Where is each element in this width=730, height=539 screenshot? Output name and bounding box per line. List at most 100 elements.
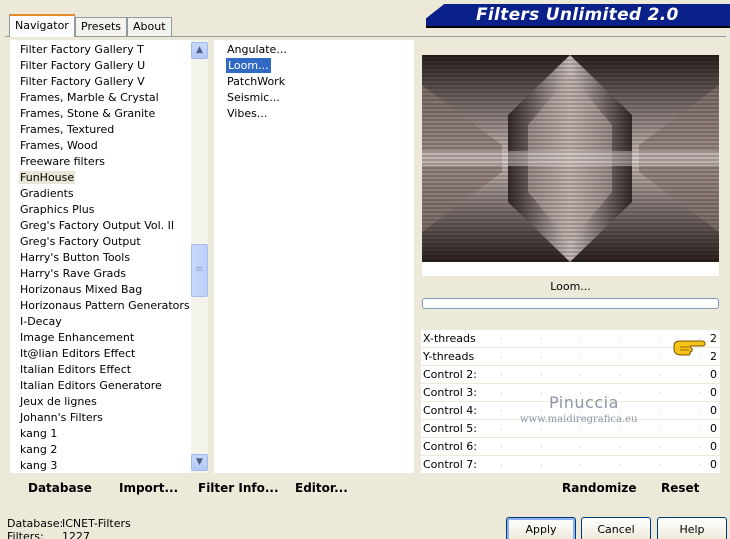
apply-button[interactable]: Apply xyxy=(506,517,576,539)
control-slider[interactable]: Control 2: 0 xyxy=(421,366,720,384)
editor-button[interactable]: Editor... xyxy=(295,481,348,495)
filter-item[interactable]: Loom... xyxy=(214,58,414,74)
category-item[interactable]: kang 3 xyxy=(10,458,208,473)
app-title: Filters Unlimited 2.0 xyxy=(476,5,679,25)
category-item[interactable]: Graphics Plus xyxy=(10,202,208,218)
tab-presets[interactable]: Presets xyxy=(75,17,128,36)
category-item-label: kang 2 xyxy=(20,443,58,456)
category-item[interactable]: Filter Factory Gallery U xyxy=(10,58,208,74)
category-item-label: Filter Factory Gallery T xyxy=(20,43,144,56)
category-item[interactable]: Johann's Filters xyxy=(10,410,208,426)
category-item-label: Italian Editors Effect xyxy=(20,363,132,376)
category-item[interactable]: Gradients xyxy=(10,186,208,202)
scroll-up-icon[interactable]: ▲ xyxy=(191,42,208,59)
control-slider[interactable]: Control 7: 0 xyxy=(421,456,720,474)
category-item[interactable]: Italian Editors Effect xyxy=(10,362,208,378)
tab-navigator[interactable]: Navigator xyxy=(9,14,75,37)
status-filters: Filters: 1227 xyxy=(7,530,90,539)
category-item-label: Frames, Wood xyxy=(20,139,98,152)
control-label: Control 7: xyxy=(423,458,477,471)
category-item[interactable]: kang 2 xyxy=(10,442,208,458)
scroll-thumb[interactable]: ≡ xyxy=(191,244,208,297)
control-value: 0 xyxy=(710,458,717,471)
category-item-label: Jeux de lignes xyxy=(20,395,97,408)
control-value: 0 xyxy=(710,422,717,435)
category-item[interactable]: Harry's Rave Grads xyxy=(10,266,208,282)
category-item[interactable]: Frames, Marble & Crystal xyxy=(10,90,208,106)
category-item-label: kang 1 xyxy=(20,427,58,440)
import-button[interactable]: Import... xyxy=(119,481,178,495)
category-item-label: I-Decay xyxy=(20,315,62,328)
category-item[interactable]: It@lian Editors Effect xyxy=(10,346,208,362)
category-item[interactable]: Horizonaus Mixed Bag xyxy=(10,282,208,298)
filter-item-label: Loom... xyxy=(226,58,271,73)
category-item[interactable]: Filter Factory Gallery T xyxy=(10,42,208,58)
category-item-label: Frames, Stone & Granite xyxy=(20,107,156,120)
category-item-label: Filter Factory Gallery U xyxy=(20,59,146,72)
category-item[interactable]: Horizonaus Pattern Generators xyxy=(10,298,208,314)
category-list: Filter Factory Gallery T Filter Factory G… xyxy=(10,40,208,473)
category-item-label: Italian Editors Generatore xyxy=(20,379,162,392)
category-item[interactable]: Filter Factory Gallery V xyxy=(10,74,208,90)
category-item-label: Image Enhancement xyxy=(20,331,135,344)
scroll-down-icon[interactable]: ▼ xyxy=(191,454,208,471)
category-scrollbar[interactable]: ▲ ≡ ▼ xyxy=(191,40,208,473)
category-item[interactable]: Italian Editors Generatore xyxy=(10,378,208,394)
filter-info-button[interactable]: Filter Info... xyxy=(198,481,279,495)
category-item[interactable]: Freeware filters xyxy=(10,154,208,170)
category-item[interactable]: Jeux de lignes xyxy=(10,394,208,410)
filter-preview-image xyxy=(422,55,719,262)
category-item-label: Freeware filters xyxy=(20,155,105,168)
category-item-label: FunHouse xyxy=(19,171,76,184)
cancel-button[interactable]: Cancel xyxy=(581,517,651,539)
control-ticks xyxy=(501,446,700,448)
category-item[interactable]: Image Enhancement xyxy=(10,330,208,346)
control-ticks xyxy=(501,428,700,430)
category-item-label: Harry's Button Tools xyxy=(20,251,131,264)
status-filters-value: 1227 xyxy=(62,530,90,539)
reset-button[interactable]: Reset xyxy=(661,481,699,495)
category-item-label: Harry's Rave Grads xyxy=(20,267,127,280)
control-slider[interactable]: Control 6: 0 xyxy=(421,438,720,456)
help-button[interactable]: Help xyxy=(657,517,727,539)
watermark-url: www.maidiregrafica.eu xyxy=(520,414,638,425)
filter-list-panel: Angulate... Loom... PatchWork Seismic... Vib… xyxy=(214,40,414,473)
category-item[interactable]: Greg's Factory Output xyxy=(10,234,208,250)
database-button[interactable]: Database xyxy=(28,481,92,495)
category-item-label: Graphics Plus xyxy=(20,203,95,216)
filter-item[interactable]: PatchWork xyxy=(214,74,414,90)
status-database-label: Database: xyxy=(7,517,64,530)
control-value: 0 xyxy=(710,386,717,399)
category-item-label: Johann's Filters xyxy=(20,411,103,424)
watermark-name: Pinuccia xyxy=(549,393,619,412)
filter-item[interactable]: Vibes... xyxy=(214,106,414,122)
tab-divider xyxy=(5,36,726,37)
filter-item[interactable]: Angulate... xyxy=(214,42,414,58)
filter-item-label: PatchWork xyxy=(227,75,286,88)
control-label: X-threads xyxy=(423,332,476,345)
control-ticks xyxy=(501,356,700,358)
tab-about[interactable]: About xyxy=(127,17,172,36)
control-value: 0 xyxy=(710,440,717,453)
pointing-hand-icon xyxy=(673,340,706,356)
control-label: Control 4: xyxy=(423,404,477,417)
category-item[interactable]: Frames, Stone & Granite xyxy=(10,106,208,122)
category-item[interactable]: I-Decay xyxy=(10,314,208,330)
category-item[interactable]: Greg's Factory Output Vol. II xyxy=(10,218,208,234)
category-item[interactable]: Harry's Button Tools xyxy=(10,250,208,266)
category-item-label: It@lian Editors Effect xyxy=(20,347,136,360)
category-item-label: Greg's Factory Output xyxy=(20,235,141,248)
control-label: Control 6: xyxy=(423,440,477,453)
category-item-label: Horizonaus Mixed Bag xyxy=(20,283,143,296)
control-label: Control 2: xyxy=(423,368,477,381)
filter-list: Angulate... Loom... PatchWork Seismic... Vib… xyxy=(214,40,414,122)
category-item[interactable]: Frames, Textured xyxy=(10,122,208,138)
category-item[interactable]: kang 1 xyxy=(10,426,208,442)
randomize-button[interactable]: Randomize xyxy=(562,481,636,495)
filter-item[interactable]: Seismic... xyxy=(214,90,414,106)
status-filters-label: Filters: xyxy=(7,530,44,539)
filter-item-label: Angulate... xyxy=(227,43,287,56)
filter-item-label: Seismic... xyxy=(227,91,280,104)
category-item[interactable]: FunHouse xyxy=(10,170,208,186)
category-item[interactable]: Frames, Wood xyxy=(10,138,208,154)
